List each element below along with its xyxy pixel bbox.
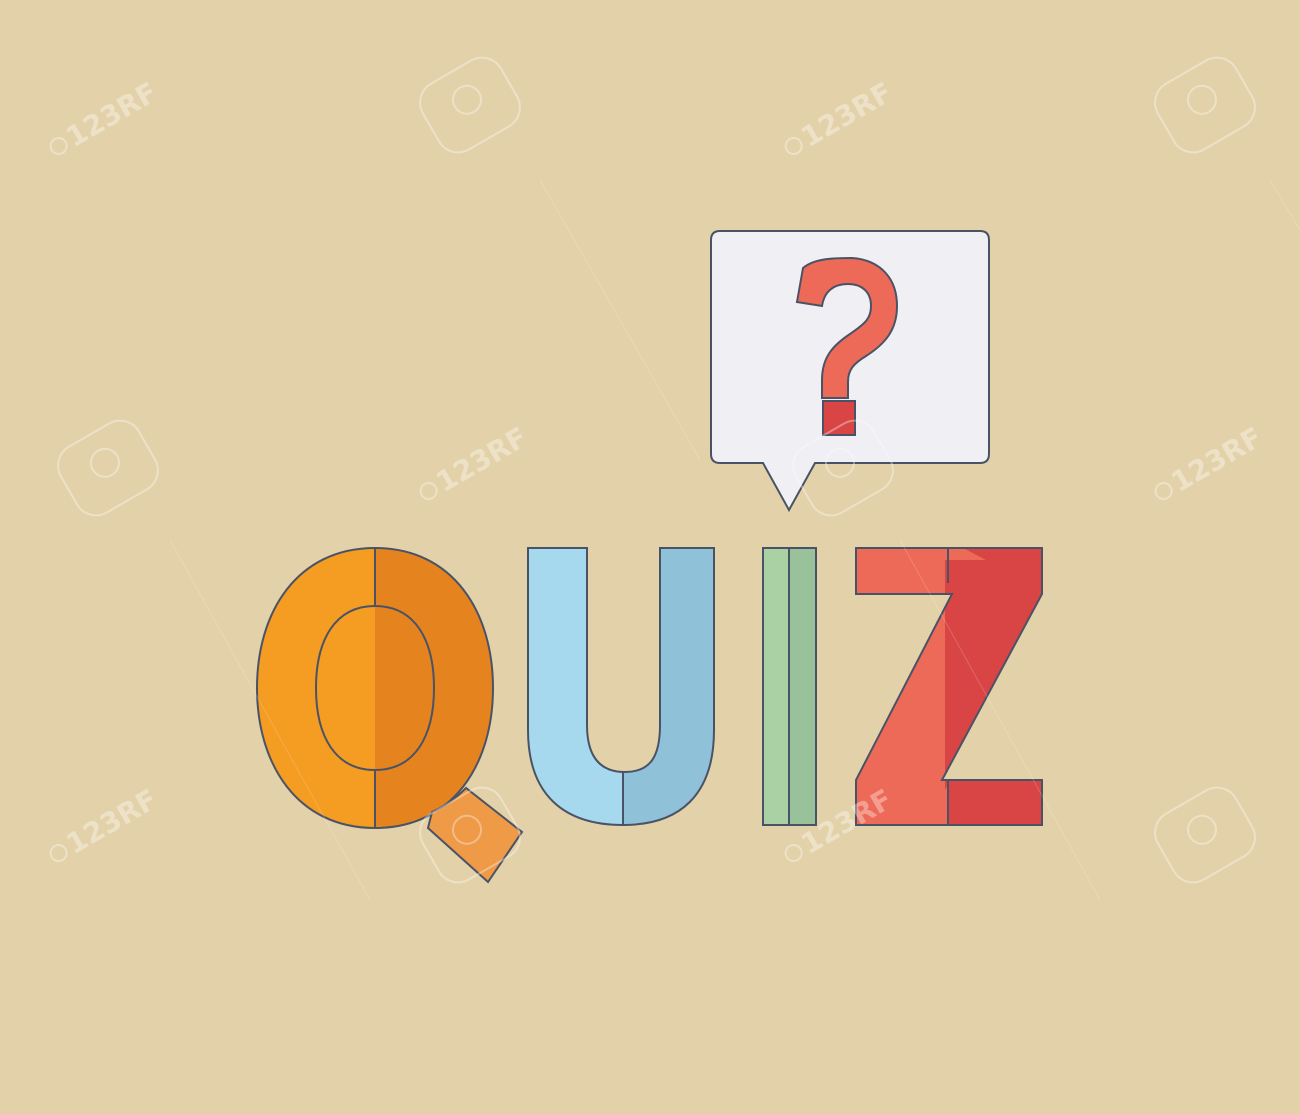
watermark (1154, 786, 1256, 884)
letter-u (527, 547, 715, 827)
watermark: 123RF (1154, 421, 1268, 500)
letter-i (762, 547, 817, 826)
speech-bubble (710, 230, 990, 513)
svg-text:123RF: 123RF (61, 783, 163, 861)
svg-text:123RF: 123RF (431, 421, 533, 499)
watermark: 123RF (784, 76, 898, 155)
watermark: 123RF (49, 76, 163, 155)
watermark (57, 419, 159, 517)
watermark: 123RF (49, 783, 163, 862)
watermark (1154, 56, 1256, 154)
svg-text:123RF: 123RF (1166, 421, 1268, 499)
watermark (419, 56, 521, 154)
svg-text:123RF: 123RF (61, 76, 163, 154)
quiz-illustration: 123RF 123RF 123RF 123RF 123RF 123RF (0, 0, 1300, 1114)
svg-text:123RF: 123RF (796, 76, 898, 154)
watermark: 123RF (419, 421, 533, 500)
